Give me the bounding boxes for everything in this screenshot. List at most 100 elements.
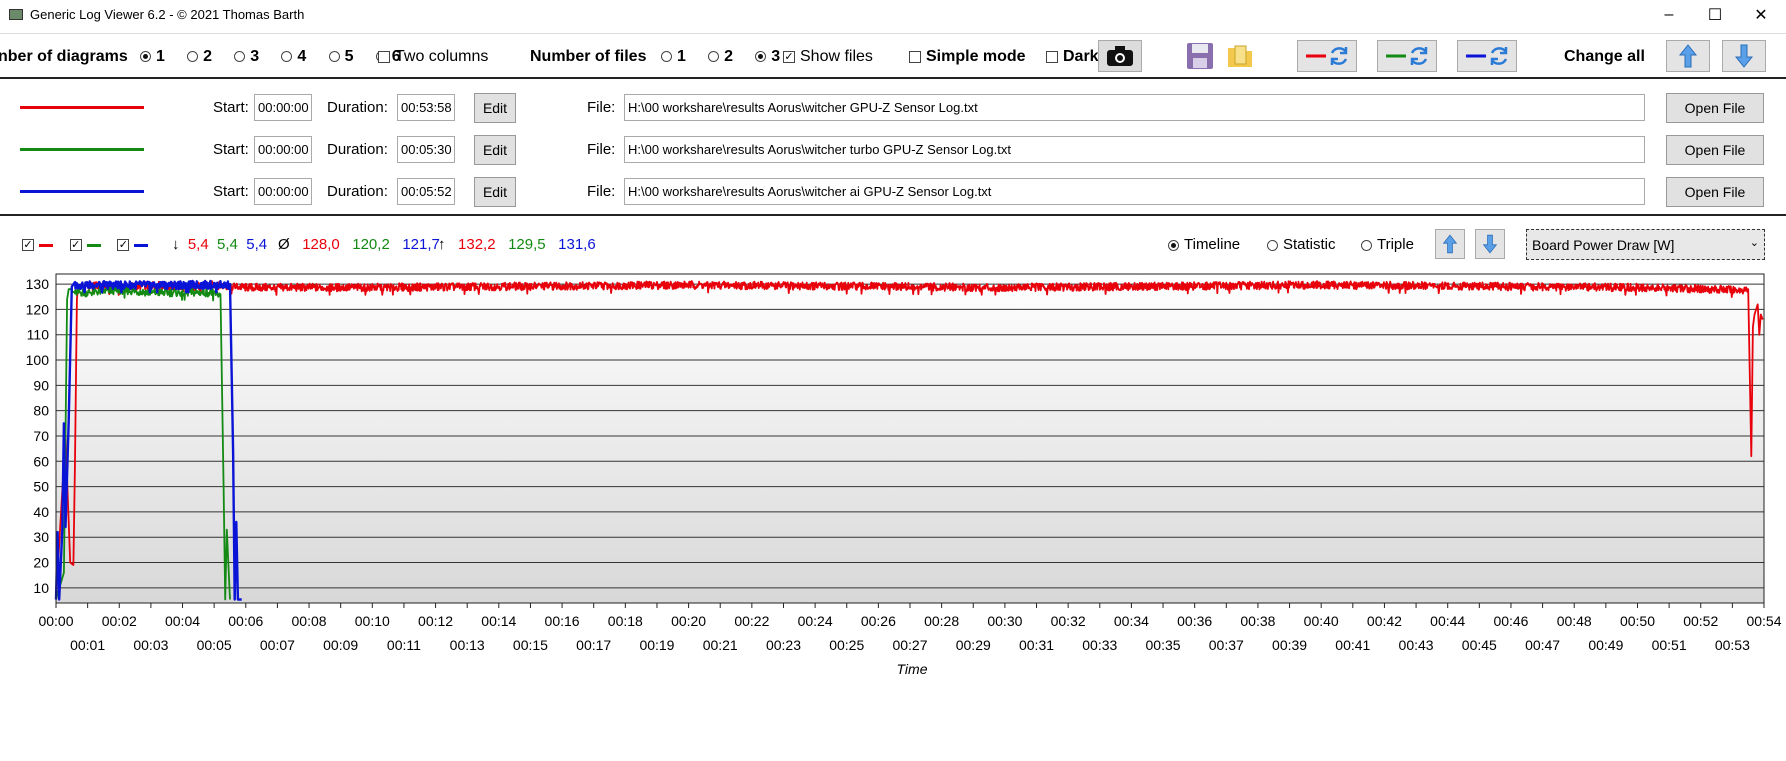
file-1-duration-field[interactable]: 00:53:58 bbox=[397, 94, 455, 121]
x-tick-label: 00:27 bbox=[892, 637, 927, 653]
x-tick-label: 00:34 bbox=[1114, 613, 1149, 629]
x-tick-label: 00:14 bbox=[481, 613, 516, 629]
x-tick-label: 00:11 bbox=[387, 637, 421, 653]
x-tick-label: 00:42 bbox=[1367, 613, 1402, 629]
avg-stats: Ø 128,0 120,2 121,7 bbox=[278, 236, 440, 253]
x-tick-label: 00:03 bbox=[133, 637, 168, 653]
y-tick-label: 60 bbox=[33, 453, 49, 469]
diagram-radio-1[interactable]: 1 bbox=[140, 48, 165, 65]
file-panel: Start: 00:00:00 Duration: 00:53:58 Edit … bbox=[0, 80, 1786, 216]
file-1-open-button[interactable]: Open File bbox=[1666, 93, 1764, 123]
x-tick-label: 00:47 bbox=[1525, 637, 1560, 653]
x-tick-label: 00:41 bbox=[1335, 637, 1370, 653]
change-all-label: Change all bbox=[1564, 48, 1645, 65]
minimize-button[interactable]: – bbox=[1646, 0, 1692, 30]
chart-up-button[interactable] bbox=[1435, 229, 1465, 259]
file-3-duration-label: Duration: bbox=[327, 183, 388, 200]
y-tick-label: 110 bbox=[27, 327, 50, 343]
arrow-up-icon bbox=[1442, 234, 1458, 254]
file-2-open-button[interactable]: Open File bbox=[1666, 135, 1764, 165]
x-tick-label: 00:38 bbox=[1240, 613, 1275, 629]
green-swap-icon bbox=[1386, 47, 1428, 65]
arrow-down-icon bbox=[1482, 234, 1498, 254]
x-tick-label: 00:12 bbox=[418, 613, 453, 629]
open-folder-button[interactable] bbox=[1225, 40, 1255, 72]
y-tick-label: 10 bbox=[33, 580, 49, 596]
floppy-icon bbox=[1187, 43, 1213, 69]
swap-red-button[interactable] bbox=[1297, 40, 1357, 72]
x-tick-label: 00:23 bbox=[766, 637, 801, 653]
file-1-duration-label: Duration: bbox=[327, 99, 388, 116]
file-2-edit-button[interactable]: Edit bbox=[474, 135, 516, 165]
file-3-path-field[interactable]: H:\00 workshare\results Aorus\witcher ai… bbox=[624, 178, 1645, 205]
max-stats: ↑ 132,2 129,5 131,6 bbox=[438, 236, 596, 253]
diagram-radio-4[interactable]: 4 bbox=[281, 48, 306, 65]
swap-blue-button[interactable] bbox=[1457, 40, 1517, 72]
file-1-path-field[interactable]: H:\00 workshare\results Aorus\witcher GP… bbox=[624, 94, 1645, 121]
x-tick-label: 00:49 bbox=[1588, 637, 1623, 653]
file-2-start-label: Start: bbox=[213, 141, 249, 158]
toolbar: nber of diagrams 1 2 3 4 5 6 Two columns… bbox=[0, 33, 1786, 79]
series-3-toggle[interactable]: ✓ bbox=[117, 236, 149, 253]
diagram-radio-3[interactable]: 3 bbox=[234, 48, 259, 65]
diagram-count-radios: 1 2 3 4 5 6 bbox=[140, 48, 401, 66]
file-2-path-field[interactable]: H:\00 workshare\results Aorus\witcher tu… bbox=[624, 136, 1645, 163]
file-3-edit-button[interactable]: Edit bbox=[474, 177, 516, 207]
x-tick-label: 00:45 bbox=[1462, 637, 1497, 653]
triple-radio[interactable]: Triple bbox=[1361, 236, 1414, 253]
swap-green-button[interactable] bbox=[1377, 40, 1437, 72]
close-button[interactable]: ✕ bbox=[1738, 0, 1784, 30]
screenshot-button[interactable] bbox=[1098, 40, 1142, 72]
file-radio-2[interactable]: 2 bbox=[708, 48, 733, 65]
plot-area bbox=[56, 274, 1764, 603]
x-tick-label: 00:00 bbox=[38, 613, 73, 629]
file-3-open-button[interactable]: Open File bbox=[1666, 177, 1764, 207]
x-tick-label: 00:50 bbox=[1620, 613, 1655, 629]
x-tick-label: 00:53 bbox=[1715, 637, 1750, 653]
file-3-file-label: File: bbox=[587, 183, 616, 200]
diagram-radio-5[interactable]: 5 bbox=[328, 48, 353, 65]
x-tick-label: 00:25 bbox=[829, 637, 864, 653]
move-up-button[interactable] bbox=[1666, 40, 1710, 72]
x-tick-label: 00:51 bbox=[1652, 637, 1687, 653]
file-1-edit-button[interactable]: Edit bbox=[474, 93, 516, 123]
file-1-file-label: File: bbox=[587, 99, 616, 116]
two-columns-checkbox[interactable]: Two columns bbox=[378, 48, 488, 66]
x-tick-label: 00:15 bbox=[513, 637, 548, 653]
file-radio-3[interactable]: 3 bbox=[755, 48, 780, 65]
x-tick-label: 00:44 bbox=[1430, 613, 1465, 629]
x-tick-label: 00:46 bbox=[1493, 613, 1528, 629]
file-2-file-label: File: bbox=[587, 141, 616, 158]
move-down-button[interactable] bbox=[1722, 40, 1766, 72]
show-files-checkbox[interactable]: ✓ Show files bbox=[783, 48, 873, 66]
file-3-start-field[interactable]: 00:00:00 bbox=[254, 178, 312, 205]
file-2-duration-field[interactable]: 00:05:30 bbox=[397, 136, 455, 163]
x-tick-label: 00:10 bbox=[355, 613, 390, 629]
chart-down-button[interactable] bbox=[1475, 229, 1505, 259]
file-3-duration-field[interactable]: 00:05:52 bbox=[397, 178, 455, 205]
file-2-color-line bbox=[20, 148, 144, 151]
diagram-radio-2[interactable]: 2 bbox=[187, 48, 212, 65]
num-files-label: Number of files bbox=[530, 48, 647, 65]
x-tick-label: 00:26 bbox=[861, 613, 896, 629]
save-button[interactable] bbox=[1185, 40, 1215, 72]
x-tick-label: 00:18 bbox=[608, 613, 643, 629]
series-1-toggle[interactable]: ✓ bbox=[22, 236, 53, 253]
maximize-button[interactable]: ☐ bbox=[1692, 0, 1738, 30]
statistic-radio[interactable]: Statistic bbox=[1267, 236, 1336, 253]
file-1-start-field[interactable]: 00:00:00 bbox=[254, 94, 312, 121]
dark-checkbox[interactable]: Dark bbox=[1046, 48, 1100, 66]
file-2-start-field[interactable]: 00:00:00 bbox=[254, 136, 312, 163]
max-green: 129,5 bbox=[508, 236, 546, 253]
avg-red: 128,0 bbox=[302, 236, 340, 253]
file-radio-1[interactable]: 1 bbox=[661, 48, 686, 65]
x-tick-label: 00:43 bbox=[1399, 637, 1434, 653]
stats-row: ✓ ✓ ✓ ↓ 5,4 5,4 5,4 Ø 128,0 120,2 121,7 … bbox=[0, 228, 1786, 262]
simple-mode-checkbox[interactable]: Simple mode bbox=[909, 48, 1026, 66]
min-stats: ↓ 5,4 5,4 5,4 bbox=[172, 236, 268, 253]
timeline-radio[interactable]: Timeline bbox=[1168, 236, 1240, 253]
x-tick-label: 00:16 bbox=[545, 613, 580, 629]
series-2-toggle[interactable]: ✓ bbox=[69, 236, 101, 253]
sensor-dropdown[interactable]: Board Power Draw [W] ⌄ bbox=[1526, 229, 1765, 260]
x-tick-label: 00:29 bbox=[956, 637, 991, 653]
